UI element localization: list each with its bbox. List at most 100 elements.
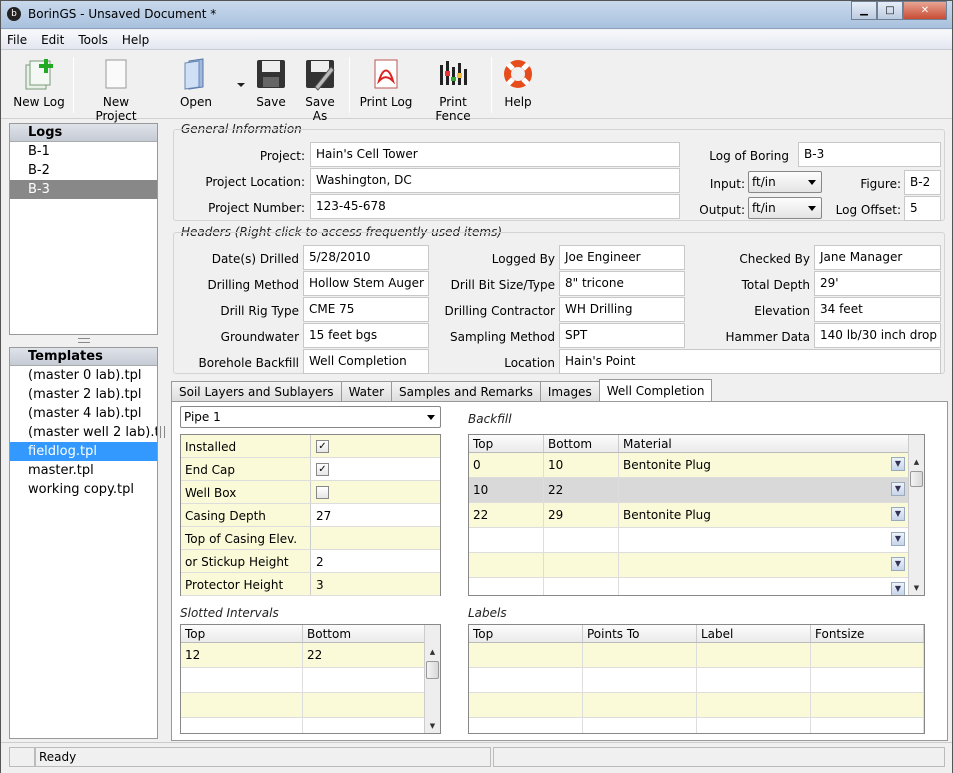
column-header[interactable]: Fontsize: [811, 625, 924, 642]
figure-field[interactable]: B-2: [904, 170, 941, 195]
new-project-button[interactable]: New Project: [81, 57, 151, 123]
sampling-method-field[interactable]: SPT: [559, 323, 685, 348]
column-header[interactable]: Top: [181, 625, 303, 642]
column-header[interactable]: Bottom: [544, 435, 619, 452]
property-value[interactable]: [311, 527, 440, 549]
table-cell[interactable]: [469, 553, 544, 577]
installed-checkbox[interactable]: ✓: [316, 440, 329, 453]
table-cell[interactable]: [181, 668, 303, 692]
table-cell[interactable]: [469, 643, 583, 667]
column-header[interactable]: Top: [469, 435, 544, 452]
table-cell[interactable]: [181, 693, 303, 717]
template-item[interactable]: working copy.tpl: [10, 480, 157, 499]
table-cell[interactable]: [583, 718, 697, 733]
hammer-data-field[interactable]: 140 lb/30 inch drop: [814, 323, 941, 348]
table-cell[interactable]: [811, 718, 924, 733]
input-units-select[interactable]: ft/in: [748, 171, 822, 193]
drill-bit-field[interactable]: 8" tricone: [559, 271, 685, 296]
log-offset-field[interactable]: 5: [904, 196, 941, 221]
vertical-splitter-handle[interactable]: [160, 426, 165, 438]
table-cell[interactable]: [303, 668, 425, 692]
table-cell[interactable]: [469, 668, 583, 692]
table-cell[interactable]: 10: [469, 478, 544, 502]
menu-tools[interactable]: Tools: [72, 30, 116, 49]
chevron-down-icon[interactable]: ▼: [891, 557, 905, 571]
property-value[interactable]: 2: [311, 550, 440, 572]
chevron-down-icon[interactable]: ▼: [891, 582, 905, 595]
project-field[interactable]: Hain's Cell Tower: [310, 142, 680, 167]
table-cell[interactable]: [697, 693, 811, 717]
chevron-down-icon[interactable]: ▼: [891, 457, 905, 471]
table-cell[interactable]: [811, 668, 924, 692]
scroll-thumb[interactable]: [426, 661, 439, 679]
template-item[interactable]: fieldlog.tpl: [10, 442, 157, 461]
new-log-button[interactable]: New Log: [11, 57, 67, 109]
groundwater-field[interactable]: 15 feet bgs: [303, 323, 429, 348]
maximize-button[interactable]: □: [877, 1, 903, 20]
table-cell[interactable]: [544, 528, 619, 552]
chevron-down-icon[interactable]: ▼: [891, 482, 905, 496]
table-cell[interactable]: 10: [544, 453, 619, 477]
template-item[interactable]: (master 2 lab).tpl: [10, 385, 157, 404]
column-header[interactable]: Points To: [583, 625, 697, 642]
log-item[interactable]: B-1: [10, 142, 157, 161]
save-button[interactable]: Save: [253, 57, 289, 109]
column-header[interactable]: Top: [469, 625, 583, 642]
table-cell[interactable]: [181, 718, 303, 733]
column-header[interactable]: Bottom: [303, 625, 425, 642]
chevron-down-icon[interactable]: ▼: [891, 507, 905, 521]
tab-soil-layers[interactable]: Soil Layers and Sublayers: [171, 381, 342, 402]
menu-edit[interactable]: Edit: [35, 30, 72, 49]
print-fence-button[interactable]: Print Fence: [420, 57, 486, 123]
material-cell[interactable]: ▼: [619, 553, 909, 577]
column-header[interactable]: Label: [697, 625, 811, 642]
dates-drilled-field[interactable]: 5/28/2010: [303, 245, 429, 270]
log-of-boring-field[interactable]: B-3: [798, 142, 941, 167]
template-item[interactable]: (master 0 lab).tpl: [10, 366, 157, 385]
scroll-down-arrow[interactable]: ▼: [909, 581, 924, 595]
table-cell[interactable]: [811, 693, 924, 717]
table-cell[interactable]: [583, 643, 697, 667]
material-cell[interactable]: ▼: [619, 578, 909, 595]
backfill-scrollbar[interactable]: ▲ ▼: [908, 435, 924, 595]
elevation-field[interactable]: 34 feet: [814, 297, 941, 322]
minimize-button[interactable]: ▁: [851, 1, 877, 20]
log-item[interactable]: B-2: [10, 161, 157, 180]
table-cell[interactable]: [544, 553, 619, 577]
scroll-up-arrow[interactable]: ▲: [909, 455, 924, 469]
table-cell[interactable]: [469, 718, 583, 733]
table-cell[interactable]: [583, 693, 697, 717]
material-cell[interactable]: Bentonite Plug ▼: [619, 453, 909, 477]
table-cell[interactable]: [583, 668, 697, 692]
tab-samples-remarks[interactable]: Samples and Remarks: [391, 381, 541, 402]
output-units-select[interactable]: ft/in: [748, 197, 822, 219]
table-cell[interactable]: [697, 718, 811, 733]
template-item[interactable]: (master well 2 lab).tpl: [10, 423, 157, 442]
scroll-down-arrow[interactable]: ▼: [425, 719, 440, 733]
table-cell[interactable]: [469, 578, 544, 595]
location-field[interactable]: Hain's Point: [559, 349, 941, 374]
property-value[interactable]: 27: [311, 504, 440, 526]
splitter-handle[interactable]: [78, 338, 90, 343]
scroll-up-arrow[interactable]: ▲: [425, 645, 440, 659]
tab-well-completion[interactable]: Well Completion: [598, 379, 713, 401]
project-number-field[interactable]: 123-45-678: [310, 194, 680, 219]
material-cell[interactable]: ▼: [619, 528, 909, 552]
column-header[interactable]: Material: [619, 435, 909, 452]
help-button[interactable]: Help: [499, 57, 537, 109]
drilling-method-field[interactable]: Hollow Stem Auger: [303, 271, 429, 296]
table-cell[interactable]: 22: [469, 503, 544, 527]
table-cell[interactable]: [469, 528, 544, 552]
table-cell[interactable]: [469, 693, 583, 717]
table-cell[interactable]: [811, 643, 924, 667]
scroll-thumb[interactable]: [910, 471, 923, 487]
table-cell[interactable]: [697, 668, 811, 692]
table-cell[interactable]: 12: [181, 643, 303, 667]
material-cell[interactable]: ▼: [619, 478, 909, 502]
tab-water[interactable]: Water: [340, 381, 393, 402]
well-box-checkbox[interactable]: [316, 486, 329, 499]
close-button[interactable]: ✕: [903, 1, 947, 20]
slotted-scrollbar[interactable]: ▲ ▼: [424, 625, 440, 733]
tab-images[interactable]: Images: [539, 381, 600, 402]
end-cap-checkbox[interactable]: ✓: [316, 463, 329, 476]
